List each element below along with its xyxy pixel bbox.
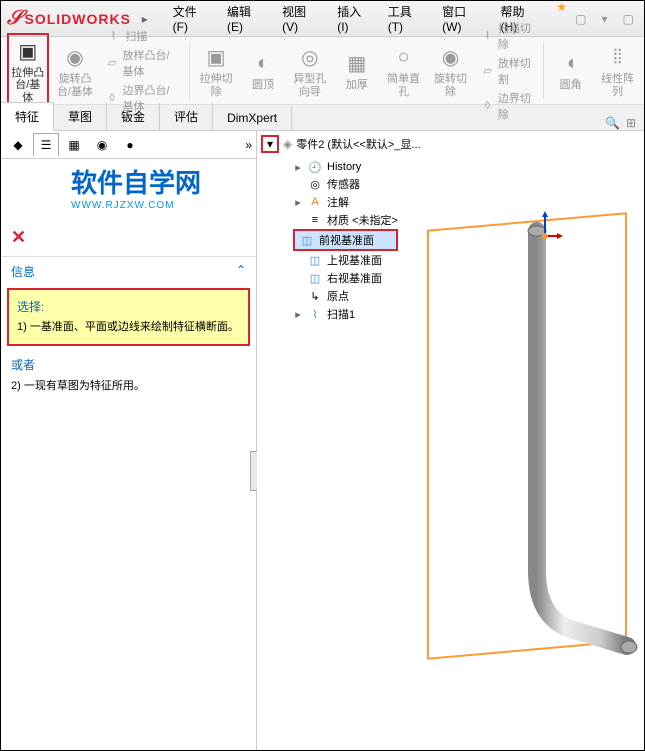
plane-icon: ◫ [307,271,323,285]
tab-evaluate[interactable]: 评估 [160,103,213,130]
app-name: SOLIDWORKS [24,11,130,27]
viewport-dropdown[interactable]: ▾ [261,135,279,153]
tree-origin[interactable]: ↳原点 [293,287,398,305]
tree-top-plane[interactable]: ◫上视基准面 [293,251,398,269]
panel-tabs: ◆ ☰ ▦ ◉ ● » [1,131,256,159]
tree-material[interactable]: ≡材质 <未指定> [293,211,398,229]
sweep-icon: ⌇ [105,28,121,44]
loft-icon: ▱ [105,55,118,71]
cut-extrude-icon: ▣ [202,43,230,71]
feature-tabs: 特征 草图 钣金 评估 DimXpert 🔍 ⊞ [1,105,644,131]
hole-icon: ◎ [296,43,324,71]
loft-cut-button[interactable]: ▱放样切割 [477,54,537,88]
pipe-model[interactable] [407,191,645,671]
panel-tab-2[interactable]: ☰ [33,133,59,157]
solidworks-icon: 𝒮 [7,7,22,30]
revolve-icon: ◉ [61,43,89,71]
tab-dimxpert[interactable]: DimXpert [213,106,292,130]
separator [543,43,544,99]
origin-icon: ↳ [307,289,323,303]
titlebar: 𝒮 SOLIDWORKS ▸ 文件(F) 编辑(E) 视图(V) 插入(I) 工… [1,1,644,37]
sweep-button[interactable]: ⌇扫描 [101,27,182,45]
material-icon: ≡ [307,213,323,227]
tree-annotations[interactable]: ▸A注解 [293,193,398,211]
alt-text: 2) 一现有草图为特征所用。 [11,377,246,393]
menu-edit[interactable]: 编辑(E) [223,0,270,37]
panel-tab-1[interactable]: ◆ [5,133,31,157]
viewport-toolbar: ▾ ◈ 零件2 (默认<<默认>_显... [261,135,421,153]
loft-button[interactable]: ▱放样凸台/基体 [101,46,182,80]
ribbon: ▣ 拉伸凸台/基体 ◉ 旋转凸台/基体 ⌇扫描 ▱放样凸台/基体 ◊边界凸台/基… [1,37,644,105]
chevron-up-icon[interactable]: ⌃ [236,263,246,280]
panel-tab-5[interactable]: ● [117,133,143,157]
select-label: 选择: [17,298,240,315]
star-icon[interactable]: ★ [556,0,567,37]
part-title[interactable]: 零件2 (默认<<默认>_显... [296,136,420,152]
menu-insert[interactable]: 插入(I) [333,0,376,37]
menu-view[interactable]: 视图(V) [278,0,325,37]
panel-expand-icon[interactable]: » [245,138,252,152]
revolve-cut-icon: ◉ [437,43,465,71]
plane-icon: ◫ [307,253,323,267]
hole-wizard-button[interactable]: ◎ 异型孔向导 [289,41,330,99]
or-label: 或者 [11,356,246,373]
simple-hole-button[interactable]: ○ 简单直孔 [383,41,424,99]
sensor-icon: ◎ [307,177,323,191]
tree-front-plane[interactable]: ◫前视基准面 [293,229,398,251]
round-button[interactable]: ◖ 圆角 [550,47,591,93]
feature-tree: ▸🕘History ◎传感器 ▸A注解 ≡材质 <未指定> ◫前视基准面 ◫上视… [285,159,398,323]
extrude-icon: ▣ [14,37,42,65]
history-icon: 🕘 [307,160,323,174]
loft-cut-icon: ▱ [481,63,494,79]
content-area: ◆ ☰ ▦ ◉ ● » 软件自学网 WWW.RJZXW.COM ✕ 信息 ⌃ 选… [1,131,644,750]
fillet-button[interactable]: ◐ 圆顶 [243,47,284,93]
expand-icon[interactable]: ⊞ [626,116,636,130]
sweep-feature-icon: ⌇ [307,307,323,321]
close-button[interactable]: ✕ [1,219,256,256]
tree-history[interactable]: ▸🕘History [293,159,398,175]
boundary-cut-button[interactable]: ◊边界切除 [477,89,537,123]
pattern-icon: ⦙⦙ [604,43,632,71]
simple-hole-icon: ○ [390,43,418,71]
info-header[interactable]: 信息 ⌃ [1,256,256,286]
viewport[interactable]: ▾ ◈ 零件2 (默认<<默认>_显... ▸🕘History ◎传感器 ▸A注… [257,131,644,750]
tree-right-plane[interactable]: ◫右视基准面 [293,269,398,287]
thicken-icon: ▦ [343,49,371,77]
part-icon: ◈ [283,137,292,151]
dome-icon: ◐ [249,49,277,77]
ribbon-stack-1: ⌇扫描 ▱放样凸台/基体 ◊边界凸台/基体 [101,27,182,115]
search-icon[interactable]: 🔍 [605,116,620,130]
tree-sweep1[interactable]: ▸⌇扫描1 [293,305,398,323]
round-icon: ◖ [557,49,585,77]
revolve-cut-button[interactable]: ◉ 旋转切除 [430,41,471,99]
dropdown-icon[interactable]: ▸ [135,9,155,29]
select-text: 1) 一基准面、平面或边线来绘制特征横断面。 [17,319,240,336]
qat-new-icon[interactable]: ▢ [571,9,591,29]
boundary-cut-icon: ◊ [481,98,494,114]
annotation-icon: A [307,195,323,209]
panel-tab-4[interactable]: ◉ [89,133,115,157]
qat-open-icon[interactable]: ▾ [595,9,615,29]
tab-sketch[interactable]: 草图 [54,103,107,130]
qat-more-icon[interactable]: ▢ [618,9,638,29]
tree-sensors[interactable]: ◎传感器 [293,175,398,193]
ribbon-stack-2: ⌇扫描切除 ▱放样切割 ◊边界切除 [477,19,537,123]
thicken-button[interactable]: ▦ 加厚 [336,47,377,93]
sweep-cut-icon: ⌇ [481,28,494,44]
info-box: 选择: 1) 一基准面、平面或边线来绘制特征横断面。 [7,288,250,346]
revolve-boss-button[interactable]: ◉ 旋转凸台/基体 [55,41,96,99]
panel-tab-3[interactable]: ▦ [61,133,87,157]
tab-feature[interactable]: 特征 [1,102,54,131]
extrude-boss-button[interactable]: ▣ 拉伸凸台/基体 [7,33,49,107]
axis-indicator [535,211,565,241]
tab-sheetmetal[interactable]: 钣金 [107,103,160,130]
cut-extrude-button[interactable]: ▣ 拉伸切除 [196,41,237,99]
sweep-cut-button[interactable]: ⌇扫描切除 [477,19,537,53]
menu-tools[interactable]: 工具(T) [384,0,430,37]
tabs-right: 🔍 ⊞ [605,116,644,130]
separator [189,43,190,99]
plane-icon: ◫ [299,233,315,247]
linear-pattern-button[interactable]: ⦙⦙ 线性阵列 [597,41,638,99]
left-panel: ◆ ☰ ▦ ◉ ● » 软件自学网 WWW.RJZXW.COM ✕ 信息 ⌃ 选… [1,131,257,750]
